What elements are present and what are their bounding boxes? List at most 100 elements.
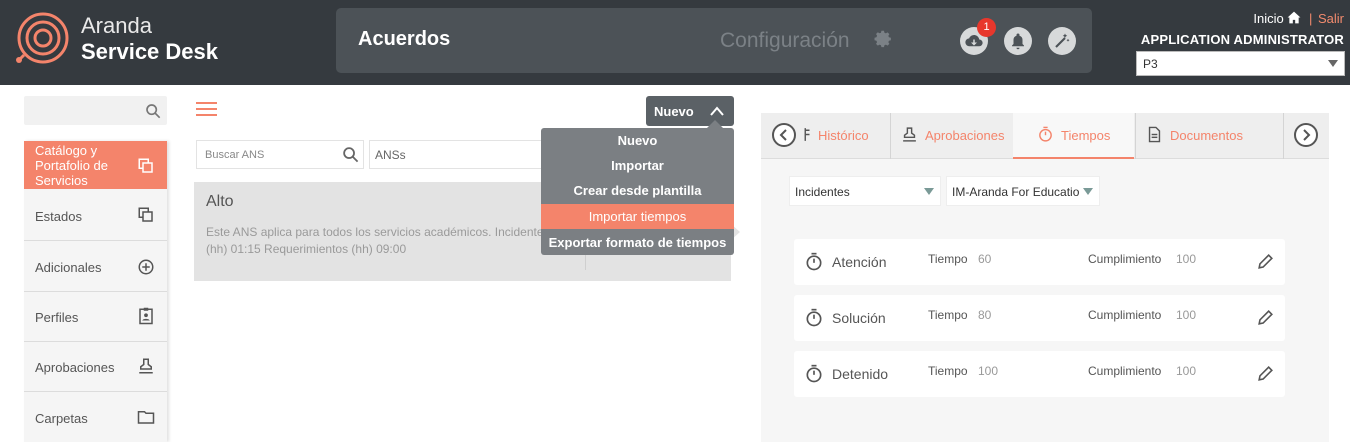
tab-label: Documentos <box>1170 128 1243 143</box>
time-row-name: Detenido <box>832 366 889 382</box>
app-header: Aranda Service Desk Acuerdos Configuraci… <box>0 0 1350 85</box>
home-icon[interactable] <box>1287 11 1301 24</box>
chevron-down-icon <box>1083 188 1093 195</box>
time-row-name: Solución <box>832 310 886 326</box>
chevron-down-icon <box>1328 60 1338 67</box>
stopwatch-icon <box>1039 126 1052 142</box>
menu-item-importar-tiempos[interactable]: Importar tiempos <box>541 204 734 229</box>
compliance-value: 100 <box>1176 364 1197 378</box>
history-icon <box>804 128 810 141</box>
nuevo-dropdown-menu: Nuevo Importar Crear desde plantilla Imp… <box>541 128 734 255</box>
time-label: Tiempo <box>928 252 968 266</box>
menu-item-importar[interactable]: Importar <box>541 153 734 178</box>
sidebar: Catálogo y Portafolio de Servicios Estad… <box>24 141 167 442</box>
module-panel: Acuerdos Configuración 1 <box>336 8 1092 73</box>
bell-icon <box>1012 33 1024 50</box>
tab-tiempos[interactable]: Tiempos <box>1013 113 1134 159</box>
sidebar-item-aprobaciones[interactable]: Aprobaciones <box>24 342 167 392</box>
notification-badge: 1 <box>977 18 996 37</box>
sidebar-item-carpetas[interactable]: Carpetas <box>24 393 167 442</box>
model-select-value: IM-Aranda For Education <box>952 185 1080 199</box>
sidebar-item-label: Perfiles <box>35 310 79 325</box>
sidebar-item-adicionales[interactable]: Adicionales <box>24 242 167 292</box>
brand-name: Aranda <box>81 13 152 38</box>
sidebar-item-catalogo[interactable]: Catálogo y Portafolio de Servicios <box>24 141 167 189</box>
plus-circle-icon <box>138 259 154 275</box>
clipboard-user-icon <box>139 307 153 325</box>
sidebar-item-perfiles[interactable]: Perfiles <box>24 292 167 342</box>
dropdown-pointer <box>707 120 723 128</box>
gear-icon[interactable] <box>874 30 892 48</box>
brand-product: Service Desk <box>81 39 218 64</box>
document-icon <box>1148 126 1161 143</box>
sidebar-item-label: Estados <box>35 209 82 224</box>
search-ans-placeholder: Buscar ANS <box>205 149 265 161</box>
tab-next-button[interactable] <box>1294 123 1318 147</box>
time-label: Tiempo <box>928 308 968 322</box>
search-icon[interactable] <box>342 146 359 163</box>
time-row-atencion: Atención Tiempo 60 Cumplimiento 100 <box>794 239 1285 285</box>
search-ans-input[interactable]: Buscar ANS <box>196 140 364 169</box>
model-select[interactable]: IM-Aranda For Education <box>946 176 1100 206</box>
menu-item-crear-desde-plantilla[interactable]: Crear desde plantilla <box>541 178 734 203</box>
stopwatch-icon <box>806 308 822 327</box>
sidebar-search-input[interactable] <box>24 96 167 125</box>
folder-icon <box>137 411 155 424</box>
ans-filter-select[interactable]: ANSs <box>369 140 549 169</box>
stopwatch-icon <box>806 364 822 383</box>
compliance-label: Cumplimiento <box>1088 364 1162 378</box>
tab-label: Tiempos <box>1061 128 1111 143</box>
magic-wand-button[interactable] <box>1048 27 1076 55</box>
tab-aprobaciones[interactable]: Aprobaciones <box>891 113 1012 159</box>
menu-item-nuevo[interactable]: Nuevo <box>541 128 734 153</box>
chevron-down-icon <box>924 188 934 195</box>
menu-item-exportar-formato[interactable]: Exportar formato de tiempos <box>541 230 734 255</box>
configuration-link[interactable]: Configuración <box>720 29 850 53</box>
aranda-logo-icon <box>16 12 69 64</box>
tab-prev-button[interactable] <box>772 123 796 147</box>
copy-icon <box>138 158 153 173</box>
tab-label: Histórico <box>818 128 869 143</box>
sidebar-item-label: Aprobaciones <box>35 360 115 375</box>
project-select[interactable]: P3 <box>1136 51 1345 76</box>
pencil-icon[interactable] <box>1256 252 1275 271</box>
detail-panel: Histórico Aprobaciones Tiempos Documento… <box>761 113 1329 442</box>
tab-historico[interactable]: Histórico <box>799 113 889 159</box>
stopwatch-icon <box>806 252 822 271</box>
inicio-link[interactable]: Inicio <box>1253 11 1283 26</box>
chevron-left-icon <box>779 129 787 141</box>
compliance-label: Cumplimiento <box>1088 308 1162 322</box>
hamburger-menu-icon[interactable] <box>196 102 217 116</box>
sidebar-item-estados[interactable]: Estados <box>24 191 167 241</box>
compliance-value: 100 <box>1176 252 1197 266</box>
chevron-up-icon <box>710 106 724 116</box>
project-select-value: P3 <box>1143 57 1158 71</box>
sidebar-item-label: Catálogo y Portafolio de Servicios <box>35 143 108 188</box>
tab-documentos[interactable]: Documentos <box>1136 113 1256 159</box>
nuevo-button-label: Nuevo <box>654 104 694 119</box>
ans-card-description: Este ANS aplica para todos los servicios… <box>206 225 550 256</box>
search-icon[interactable] <box>145 103 161 119</box>
incident-type-select[interactable]: Incidentes <box>789 176 941 206</box>
time-value: 100 <box>978 364 999 378</box>
magic-wand-icon <box>1055 33 1070 48</box>
chevron-right-icon <box>1303 129 1311 141</box>
notifications-button[interactable] <box>1004 27 1032 55</box>
salir-link[interactable]: Salir <box>1318 11 1344 26</box>
user-role: APPLICATION ADMINISTRATOR <box>1140 32 1344 47</box>
tab-bar: Histórico Aprobaciones Tiempos Documento… <box>761 113 1329 159</box>
tab-separator <box>1283 113 1284 159</box>
stamp-icon <box>903 127 916 142</box>
copy-icon <box>138 207 153 222</box>
link-separator: | <box>1308 11 1313 26</box>
ans-card-title: Alto <box>206 193 234 210</box>
pencil-icon[interactable] <box>1256 308 1275 327</box>
time-label: Tiempo <box>928 364 968 378</box>
incident-type-value: Incidentes <box>795 185 850 199</box>
pencil-icon[interactable] <box>1256 364 1275 383</box>
sidebar-item-label: Carpetas <box>35 411 88 426</box>
compliance-value: 100 <box>1176 308 1197 322</box>
time-row-solucion: Solución Tiempo 80 Cumplimiento 100 <box>794 295 1285 341</box>
time-value: 60 <box>978 252 992 266</box>
tab-label: Aprobaciones <box>925 128 1005 143</box>
